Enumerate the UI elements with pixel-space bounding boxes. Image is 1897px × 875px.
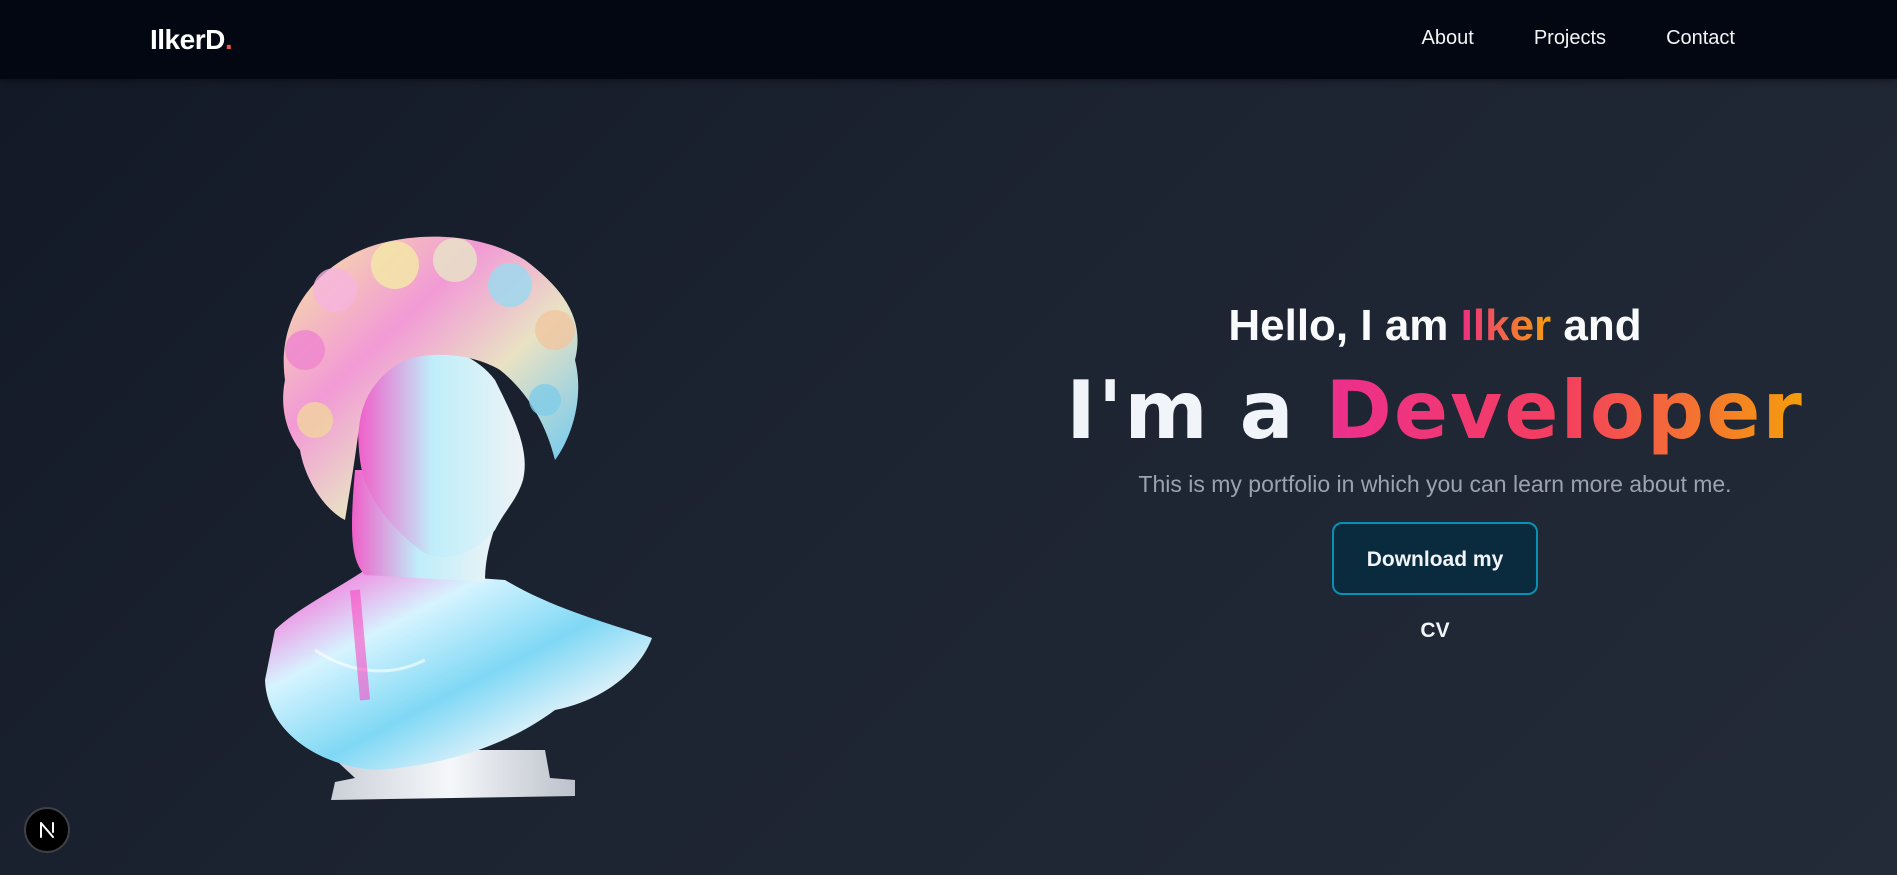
role-prefix: I'm a [1066,363,1326,457]
nav-link-about[interactable]: About [1422,27,1474,50]
hero-subtitle: This is my portfolio in which you can le… [1138,470,1732,497]
logo-dot: . [224,24,233,55]
hero-name: Ilker [1460,301,1552,350]
hero-role-heading: I'm a Developer [1060,370,1810,451]
hero-section: Hello, I am Ilker and I'm a Developer Th… [1060,300,1810,642]
nextjs-dev-badge[interactable] [24,807,70,853]
nav-link-contact[interactable]: Contact [1666,27,1735,50]
greeting-prefix: Hello, I am [1228,301,1461,350]
hero-role: Developer [1325,363,1804,457]
logo-text: IlkerD [150,24,225,55]
download-cv-button[interactable]: Download my CV [1332,521,1538,642]
main-nav: About Projects Contact [1422,27,1735,50]
holographic-bust-image [265,236,652,800]
n-letter-icon [40,822,54,838]
navbar: IlkerD. About Projects Contact [0,0,1897,79]
greeting-suffix: and [1551,301,1642,350]
hero-greeting: Hello, I am Ilker and [1060,300,1810,353]
nav-link-projects[interactable]: Projects [1534,27,1606,50]
site-logo[interactable]: IlkerD. [150,24,233,56]
